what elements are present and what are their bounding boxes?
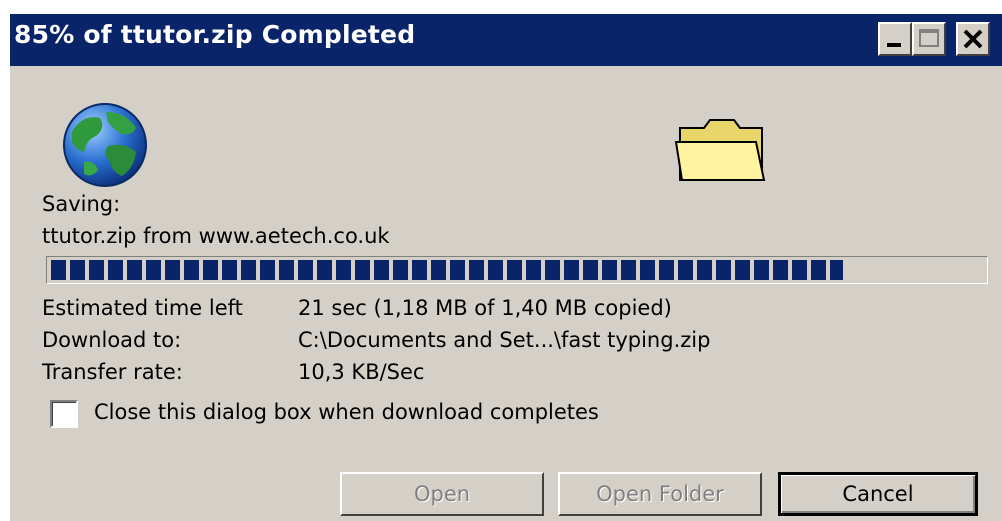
progress-fill bbox=[51, 260, 843, 280]
download-to-label: Download to: bbox=[42, 328, 182, 352]
transfer-rate-value: 10,3 KB/Sec bbox=[298, 360, 425, 384]
close-button[interactable] bbox=[956, 22, 990, 56]
open-folder-button[interactable]: Open Folder bbox=[558, 472, 762, 516]
estimated-time-value: 21 sec (1,18 MB of 1,40 MB copied) bbox=[298, 296, 672, 320]
folder-icon bbox=[674, 119, 766, 181]
open-button[interactable]: Open bbox=[340, 472, 544, 516]
maximize-button[interactable] bbox=[912, 22, 946, 56]
title-bar[interactable]: 85% of ttutor.zip Completed bbox=[10, 14, 1002, 66]
cancel-button[interactable]: Cancel bbox=[778, 472, 978, 516]
minimize-icon bbox=[887, 43, 901, 47]
download-to-value: C:\Documents and Set...\fast typing.zip bbox=[298, 328, 711, 352]
minimize-button[interactable] bbox=[878, 22, 912, 56]
download-dialog: 85% of ttutor.zip Completed Saving: ttut… bbox=[8, 14, 1002, 521]
open-folder-button-label: Open Folder bbox=[596, 482, 724, 506]
download-progress-bar bbox=[46, 256, 988, 284]
close-icon bbox=[963, 29, 983, 49]
window-title: 85% of ttutor.zip Completed bbox=[14, 20, 416, 49]
open-button-label: Open bbox=[413, 482, 471, 506]
file-source-text: ttutor.zip from www.aetech.co.uk bbox=[42, 224, 390, 248]
cancel-button-label: Cancel bbox=[842, 482, 914, 506]
transfer-rate-label: Transfer rate: bbox=[42, 360, 183, 384]
dialog-body: Saving: ttutor.zip from www.aetech.co.uk… bbox=[10, 66, 1002, 521]
close-when-done-label[interactable]: Close this dialog box when download comp… bbox=[94, 400, 599, 424]
maximize-icon bbox=[919, 29, 939, 47]
saving-label: Saving: bbox=[42, 192, 121, 216]
globe-icon bbox=[63, 103, 147, 187]
close-when-done-checkbox[interactable] bbox=[50, 400, 78, 428]
estimated-time-label: Estimated time left bbox=[42, 296, 243, 320]
